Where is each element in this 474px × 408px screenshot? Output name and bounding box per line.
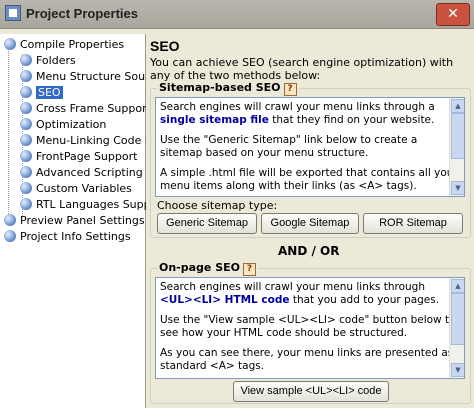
scroll-down-icon[interactable]: ▼ bbox=[451, 181, 464, 195]
sitemap-type-label: Choose sitemap type: bbox=[157, 199, 278, 212]
tree-item-optimization[interactable]: Optimization bbox=[20, 117, 106, 132]
sitemap-seo-title: Sitemap-based SEO? bbox=[157, 81, 299, 96]
scrollbar[interactable]: ▲ ▼ bbox=[449, 278, 464, 378]
properties-tree: Compile Properties Folders Menu Structur… bbox=[0, 34, 155, 408]
sitemap-paragraph-1: Search engines will crawl your menu link… bbox=[160, 101, 435, 126]
globe-icon bbox=[4, 38, 16, 50]
scroll-up-icon[interactable]: ▲ bbox=[451, 99, 464, 113]
scroll-up-icon[interactable]: ▲ bbox=[451, 279, 464, 293]
onpage-paragraph-1: Search engines will crawl your menu link… bbox=[160, 281, 440, 306]
globe-icon bbox=[20, 70, 32, 82]
title-bar: Project Properties ✕ bbox=[0, 0, 474, 29]
tree-item-folders[interactable]: Folders bbox=[20, 53, 76, 68]
sitemap-description[interactable]: Search engines will crawl your menu link… bbox=[155, 97, 465, 197]
onpage-description[interactable]: Search engines will crawl your menu link… bbox=[155, 277, 465, 379]
globe-icon bbox=[4, 214, 16, 226]
globe-icon bbox=[20, 150, 32, 162]
scrollbar[interactable]: ▲ ▼ bbox=[449, 98, 464, 196]
globe-icon bbox=[20, 134, 32, 146]
globe-icon bbox=[20, 102, 32, 114]
tree-item-seo[interactable]: SEO bbox=[20, 85, 63, 100]
window-title: Project Properties bbox=[26, 6, 138, 21]
help-icon[interactable]: ? bbox=[283, 83, 297, 96]
scroll-thumb[interactable] bbox=[451, 113, 464, 159]
help-icon[interactable]: ? bbox=[243, 263, 256, 276]
globe-icon bbox=[20, 166, 32, 178]
tree-item-project-info[interactable]: Project Info Settings bbox=[4, 229, 131, 244]
scroll-down-icon[interactable]: ▼ bbox=[451, 363, 464, 377]
sitemap-seo-group: Sitemap-based SEO? Search engines will c… bbox=[150, 81, 471, 238]
seo-panel: SEO You can achieve SEO (search engine o… bbox=[146, 34, 474, 408]
app-icon bbox=[5, 5, 21, 21]
onpage-seo-title: On-page SEO? bbox=[157, 261, 258, 276]
tree-item-advanced-scripting[interactable]: Advanced Scripting bbox=[20, 165, 143, 180]
tree-line bbox=[8, 48, 9, 216]
globe-icon bbox=[20, 54, 32, 66]
globe-icon bbox=[20, 198, 32, 210]
tree-item-frontpage[interactable]: FrontPage Support bbox=[20, 149, 137, 164]
tree-item-custom-variables[interactable]: Custom Variables bbox=[20, 181, 132, 196]
sitemap-paragraph-2: Use the "Generic Sitemap" link below to … bbox=[160, 134, 418, 159]
globe-icon bbox=[20, 118, 32, 130]
onpage-paragraph-2: Use the "View sample <UL><LI> code" butt… bbox=[160, 314, 456, 339]
globe-icon bbox=[20, 86, 32, 98]
globe-icon bbox=[20, 182, 32, 194]
ror-sitemap-button[interactable]: ROR Sitemap bbox=[363, 213, 463, 234]
seo-intro: You can achieve SEO (search engine optim… bbox=[150, 56, 454, 82]
tree-item-compile-properties[interactable]: Compile Properties bbox=[4, 37, 124, 52]
tree-item-menu-linking[interactable]: Menu-Linking Code in bbox=[20, 133, 155, 148]
view-sample-code-button[interactable]: View sample <UL><LI> code bbox=[233, 381, 389, 402]
scroll-thumb[interactable] bbox=[451, 293, 464, 345]
google-sitemap-button[interactable]: Google Sitemap bbox=[261, 213, 359, 234]
close-button[interactable]: ✕ bbox=[436, 3, 470, 26]
tree-item-menu-structure[interactable]: Menu Structure Sourc bbox=[20, 69, 155, 84]
generic-sitemap-button[interactable]: Generic Sitemap bbox=[157, 213, 257, 234]
and-or-label: AND / OR bbox=[278, 244, 340, 258]
tree-item-preview-panel[interactable]: Preview Panel Settings bbox=[4, 213, 145, 228]
tree-item-rtl-languages[interactable]: RTL Languages Supp bbox=[20, 197, 151, 212]
onpage-seo-group: On-page SEO? Search engines will crawl y… bbox=[150, 261, 471, 404]
page-title: SEO bbox=[150, 38, 180, 54]
globe-icon bbox=[4, 230, 16, 242]
tree-item-cross-frame[interactable]: Cross Frame Support bbox=[20, 101, 151, 116]
onpage-paragraph-3: As you can see there, your menu links ar… bbox=[160, 347, 454, 372]
sitemap-paragraph-3: A simple .html file will be exported tha… bbox=[160, 167, 458, 192]
